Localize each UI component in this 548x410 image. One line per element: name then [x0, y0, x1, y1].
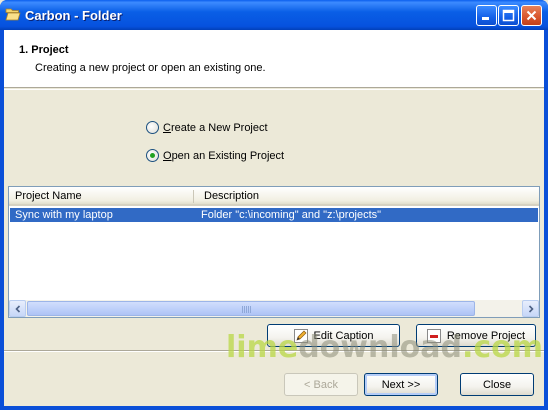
- project-description-cell: Folder "c:\incoming" and "z:\projects": [201, 209, 382, 221]
- minimize-button[interactable]: [476, 5, 497, 26]
- grip-icon: [242, 306, 252, 313]
- create-new-project-radio[interactable]: Create a New Project: [146, 121, 268, 134]
- wizard-window: Carbon - Folder 1. Project Creating a ne…: [0, 0, 548, 410]
- table-row[interactable]: Sync with my laptop Folder "c:\incoming"…: [10, 208, 538, 222]
- minimize-icon: [482, 17, 489, 20]
- remove-project-label: Remove Project: [446, 329, 526, 342]
- projects-list[interactable]: Project Name Description Sync with my la…: [8, 186, 540, 318]
- back-button[interactable]: < Back: [284, 373, 358, 396]
- footer-divider-highlight: [4, 351, 544, 352]
- edit-caption-button[interactable]: Edit Caption: [267, 324, 400, 347]
- list-header: Project Name Description: [9, 187, 539, 206]
- pencil-icon: [293, 328, 308, 343]
- maximize-icon: [502, 9, 515, 22]
- scroll-left-button[interactable]: [9, 300, 26, 317]
- radio-checked-icon[interactable]: [146, 149, 159, 162]
- folder-open-icon: [5, 8, 21, 21]
- chevron-right-icon: [528, 305, 534, 313]
- create-new-project-label: Create a New Project: [163, 121, 268, 134]
- project-name-cell: Sync with my laptop: [15, 209, 113, 221]
- step-title: 1. Project: [19, 44, 69, 56]
- window-title: Carbon - Folder: [25, 8, 122, 23]
- close-window-button[interactable]: [521, 5, 542, 26]
- close-button[interactable]: Close: [460, 373, 534, 396]
- next-button[interactable]: Next >>: [364, 373, 438, 396]
- header-divider: [4, 89, 544, 90]
- title-bar[interactable]: Carbon - Folder: [0, 0, 548, 30]
- wizard-header: 1. Project Creating a new project or ope…: [4, 30, 544, 88]
- wizard-client-area: 1. Project Creating a new project or ope…: [4, 30, 544, 406]
- scroll-right-button[interactable]: [522, 300, 539, 317]
- horizontal-scrollbar[interactable]: [9, 300, 539, 317]
- edit-caption-label: Edit Caption: [313, 329, 374, 342]
- maximize-button[interactable]: [498, 5, 519, 26]
- open-existing-project-label: Open an Existing Project: [163, 149, 285, 162]
- close-icon: [526, 10, 537, 21]
- column-header-project-name[interactable]: Project Name: [9, 187, 193, 206]
- scrollbar-thumb[interactable]: [27, 301, 475, 316]
- column-divider[interactable]: [193, 190, 194, 203]
- radio-unchecked-icon[interactable]: [146, 121, 159, 134]
- remove-icon: [426, 328, 441, 343]
- open-existing-project-radio[interactable]: Open an Existing Project: [146, 149, 284, 162]
- remove-project-button[interactable]: Remove Project: [416, 324, 536, 347]
- chevron-left-icon: [15, 305, 21, 313]
- column-header-description[interactable]: Description: [198, 187, 538, 206]
- step-description: Creating a new project or open an existi…: [35, 62, 266, 74]
